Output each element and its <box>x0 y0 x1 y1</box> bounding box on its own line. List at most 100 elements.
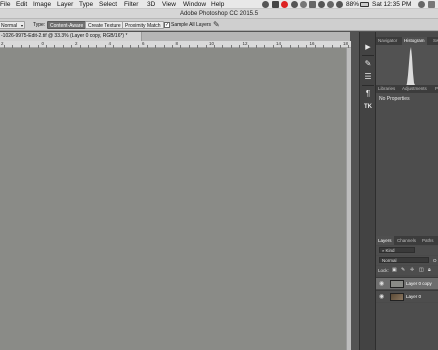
lock-move-icon[interactable]: ✛ <box>410 267 414 274</box>
create-texture-button[interactable]: Create Texture <box>85 21 124 29</box>
tab-layers[interactable]: Layers <box>376 236 394 245</box>
status-icon[interactable] <box>300 1 307 8</box>
type-label: Type: <box>33 22 46 28</box>
tab-paths[interactable]: Paths <box>420 236 436 245</box>
volume-icon[interactable] <box>336 1 343 8</box>
navigator-histogram-tabs: Navigator Histogram Sw <box>376 37 438 45</box>
pressure-brush-icon[interactable]: ✎ <box>213 20 222 29</box>
divider <box>362 55 374 56</box>
status-icon[interactable] <box>262 1 269 8</box>
properties-panel: No Properties <box>376 93 438 236</box>
glyph-icon[interactable]: TK <box>362 102 374 113</box>
menu-help[interactable]: Help <box>211 0 224 9</box>
menu-3d[interactable]: 3D <box>147 0 155 9</box>
tab-navigator[interactable]: Navigator <box>376 37 399 45</box>
layer-thumbnail <box>390 280 404 288</box>
tab-adjustments[interactable]: Adjustments <box>400 85 429 93</box>
content-aware-label: Content-Aware <box>50 23 84 29</box>
histogram-curve <box>378 47 436 87</box>
libraries-adjustments-tabs: Libraries Adjustments P <box>376 85 438 93</box>
kind-filter-value: Kind <box>385 248 395 253</box>
content-aware-button[interactable]: Content-Aware <box>47 21 87 29</box>
panel-gutter <box>351 32 359 350</box>
layer-filter-row: ⌕ Kind <box>376 246 438 255</box>
ruler-tick-label: 16 <box>309 41 315 46</box>
blend-mode-select[interactable]: Normal <box>379 257 429 263</box>
mode-select[interactable]: Normal ▾ <box>0 21 25 29</box>
menu-layer[interactable]: Layer <box>57 0 73 9</box>
menu-select[interactable]: Select <box>99 0 117 9</box>
lock-paint-icon[interactable]: ✎ <box>401 267 405 274</box>
layer-thumbnail <box>390 293 404 301</box>
kind-filter-select[interactable]: ⌕ Kind <box>379 247 415 253</box>
app-title: Adobe Photoshop CC 2015.5 <box>179 11 259 17</box>
search-icon: ⌕ <box>382 248 385 253</box>
histogram-panel <box>376 45 438 88</box>
eye-icon[interactable]: ◉ <box>379 291 385 302</box>
tab-swatches[interactable]: Sw <box>431 37 438 45</box>
create-texture-label: Create Texture <box>88 23 121 29</box>
lock-row: Lock: ▣ ✎ ✛ ◫ 🔒︎ <box>376 266 438 275</box>
proximity-match-button[interactable]: Proximity Match <box>122 21 164 29</box>
ruler-tick-label: 8 <box>175 41 179 46</box>
layer-name: Layer 0 <box>406 294 422 299</box>
eye-icon[interactable]: ◉ <box>379 278 385 289</box>
document-title: -1026-9975-Edit-2.tif @ 33.3% (Layer 0 c… <box>1 33 128 39</box>
horizontal-ruler: 2 0 2 4 6 8 10 12 14 16 18 <box>0 41 351 48</box>
mac-menu-bar: File Edit Image Layer Type Select Filter… <box>0 0 438 9</box>
battery-percent[interactable]: 88% <box>346 0 359 9</box>
clock[interactable]: Sat 12:35 PM <box>372 0 411 9</box>
blend-mode-row: Normal O <box>376 256 438 265</box>
options-bar: Normal ▾ Type: Content-Aware Create Text… <box>0 19 438 31</box>
collapsed-panels-strip: ▶ ✎ ☰ ¶ TK <box>359 32 376 350</box>
lock-pixels-icon[interactable]: ▣ <box>392 267 397 274</box>
wifi-icon[interactable] <box>327 1 334 8</box>
menu-edit[interactable]: Edit <box>16 0 27 9</box>
menu-image[interactable]: Image <box>33 0 51 9</box>
menu-extras-icon[interactable] <box>428 1 435 8</box>
play-icon[interactable]: ▶ <box>362 42 374 53</box>
layer-name: Layer 0 copy <box>406 281 432 286</box>
record-icon[interactable] <box>281 1 288 8</box>
status-icon[interactable] <box>272 1 279 8</box>
tab-strip-background <box>142 32 350 41</box>
lock-label: Lock: <box>378 268 389 273</box>
photoshop-window: File Edit Image Layer Type Select Filter… <box>0 0 438 350</box>
layers-list-empty-area <box>376 303 438 350</box>
search-icon[interactable] <box>418 1 425 8</box>
histogram-graph <box>378 47 436 87</box>
layer-row[interactable]: ◉ Layer 0 <box>376 290 438 302</box>
battery-icon[interactable] <box>360 2 369 7</box>
bluetooth-icon[interactable] <box>318 1 325 8</box>
proximity-match-label: Proximity Match <box>125 23 161 29</box>
properties-empty-label: No Properties <box>379 96 410 102</box>
sample-all-layers-label: Sample All Layers <box>171 22 212 28</box>
ruler-tick-label: 6 <box>142 41 145 46</box>
paragraph-icon[interactable]: ¶ <box>362 88 374 99</box>
brush-settings-icon[interactable]: ✎ <box>362 58 374 69</box>
app-title-bar: Adobe Photoshop CC 2015.5 <box>0 9 438 19</box>
sample-all-layers-checkbox[interactable]: ✓ <box>164 22 170 28</box>
lock-artboard-icon[interactable]: ◫ <box>419 267 424 274</box>
menu-window[interactable]: Window <box>183 0 206 9</box>
tab-libraries[interactable]: Libraries <box>376 85 397 93</box>
sliders-icon[interactable]: ☰ <box>362 71 374 82</box>
menu-type[interactable]: Type <box>79 0 93 9</box>
document-canvas[interactable] <box>0 48 346 350</box>
tab-channels[interactable]: Channels <box>395 236 418 245</box>
tab-properties[interactable]: P <box>433 85 438 93</box>
tab-histogram[interactable]: Histogram <box>402 37 427 45</box>
menu-view[interactable]: View <box>162 0 176 9</box>
status-icon[interactable] <box>309 1 316 8</box>
lock-all-icon[interactable]: 🔒︎ <box>428 267 431 274</box>
right-panel-dock: Navigator Histogram Sw Libraries Adjustm… <box>376 32 438 350</box>
ruler-tick-label: 18 <box>343 41 349 46</box>
status-icon[interactable] <box>291 1 298 8</box>
menu-file[interactable]: File <box>0 0 10 9</box>
layer-row-selected[interactable]: ◉ Layer 0 copy <box>376 277 438 289</box>
opacity-label: O <box>433 258 437 263</box>
blend-mode-value: Normal <box>382 258 397 263</box>
ruler-tick-label: 2 <box>75 41 78 46</box>
menu-filter[interactable]: Filter <box>124 0 138 9</box>
document-tab[interactable]: -1026-9975-Edit-2.tif @ 33.3% (Layer 0 c… <box>0 32 142 41</box>
